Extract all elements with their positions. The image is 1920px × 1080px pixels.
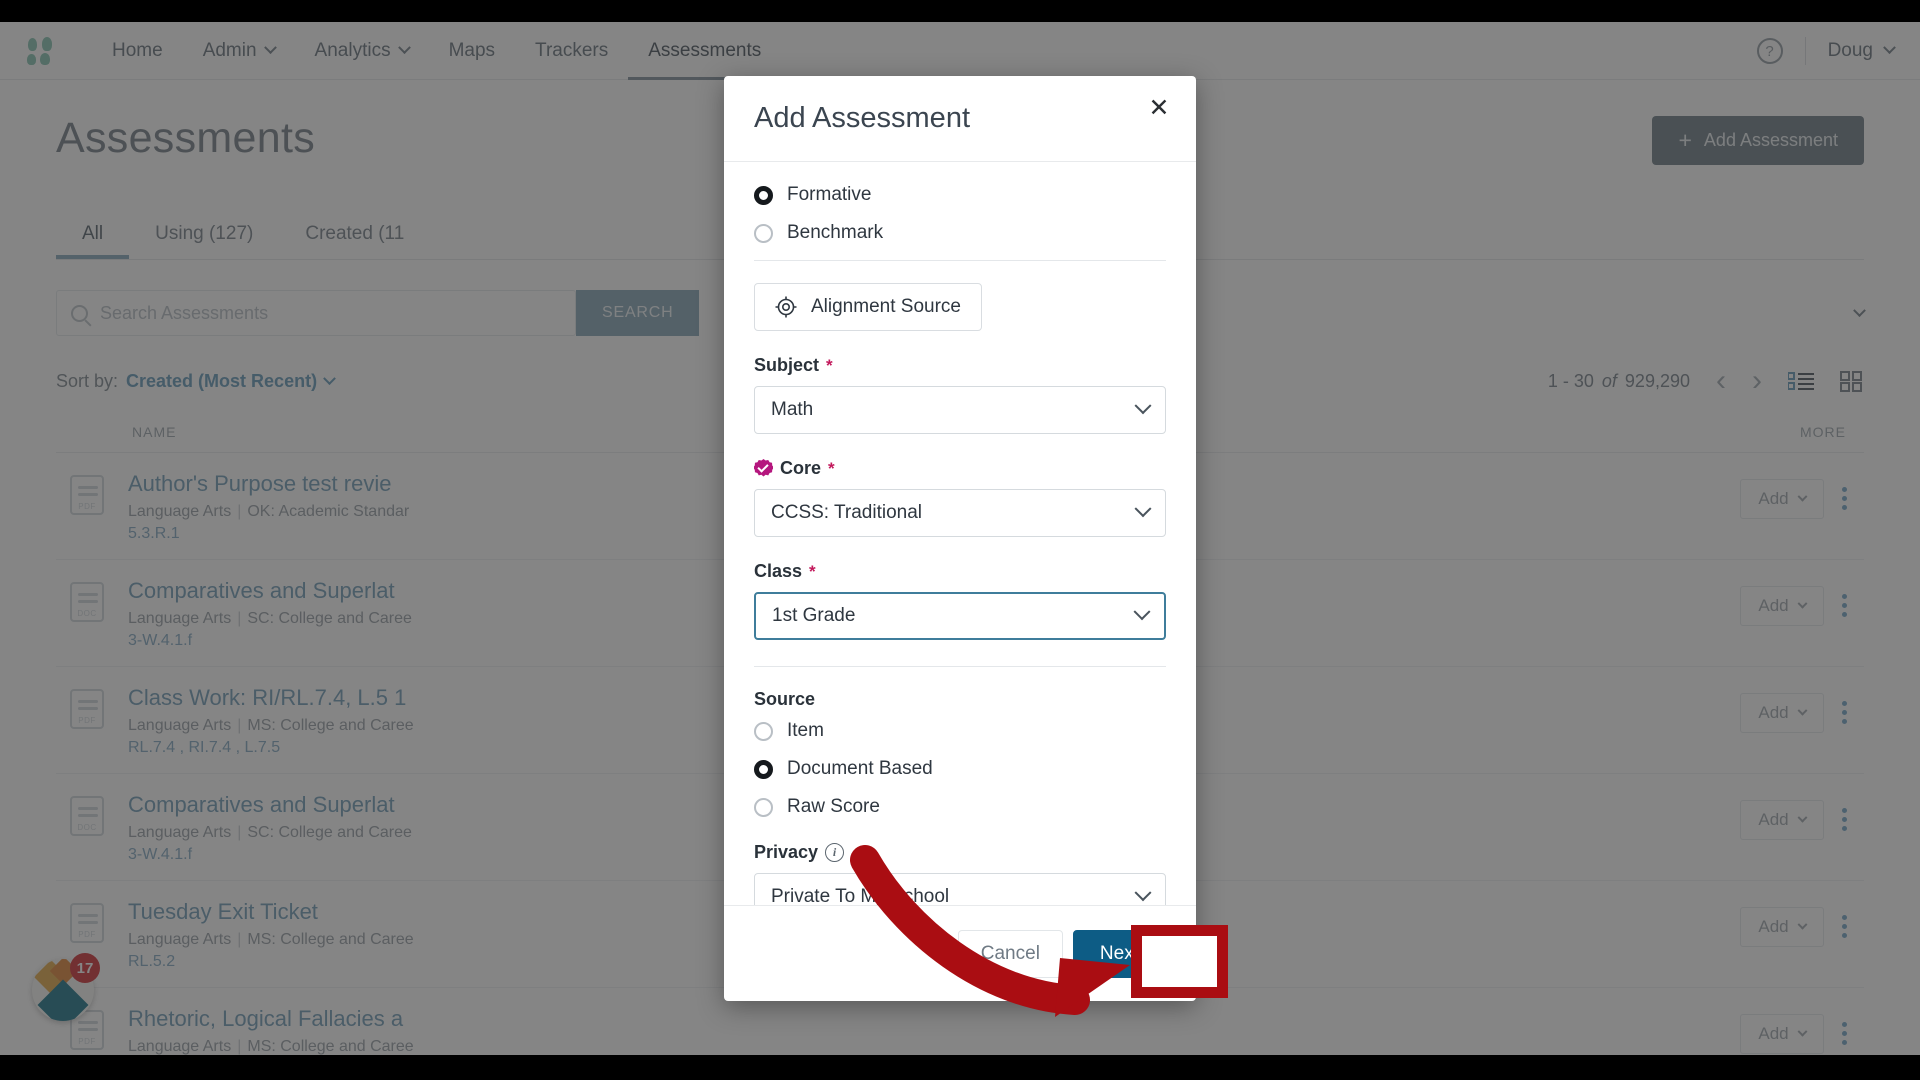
radio-icon [754,721,773,741]
add-assessment-modal: Add Assessment ✕ Formative Benchmark Ali… [724,76,1196,1001]
source-label: Source [754,689,1166,710]
chevron-down-icon [1133,603,1151,621]
radio-icon [754,797,773,817]
radio-icon-selected [754,185,773,205]
radio-label: Document Based [787,758,933,779]
divider [754,666,1166,667]
core-verified-icon [754,459,773,477]
class-label: Class * [754,561,1166,582]
radio-source-raw-score[interactable]: Raw Score [754,796,1166,818]
required-marker: * [828,458,835,478]
subject-value: Math [771,399,814,420]
modal-header: Add Assessment ✕ [724,76,1196,162]
alignment-source-button[interactable]: Alignment Source [754,283,982,331]
core-value: CCSS: Traditional [771,502,923,523]
radio-source-document-based[interactable]: Document Based [754,758,1166,780]
core-select[interactable]: CCSS: Traditional [754,489,1166,537]
divider [754,260,1166,261]
radio-label: Formative [787,184,872,205]
subject-label: Subject * [754,355,1166,376]
required-marker: * [809,561,816,581]
radio-formative[interactable]: Formative [754,184,1166,206]
radio-label: Item [787,720,824,741]
radio-source-item[interactable]: Item [754,720,1166,742]
chevron-down-icon [1134,500,1152,518]
privacy-value: Private To My School [771,886,950,905]
class-label-text: Class [754,561,803,581]
privacy-label-text: Privacy [754,842,819,862]
next-button[interactable]: Next [1072,929,1166,978]
cancel-button[interactable]: Cancel [957,929,1063,978]
radio-icon [754,223,773,243]
class-select[interactable]: 1st Grade [754,592,1166,640]
radio-icon-selected [754,759,773,779]
info-icon[interactable]: i [825,843,845,862]
class-value: 1st Grade [772,605,856,626]
privacy-label: Privacy i [754,842,1166,863]
close-icon[interactable]: ✕ [1144,94,1174,124]
screenshot-stage: Home Admin Analytics Maps Trackers Asses… [0,0,1920,1080]
chevron-down-icon [1134,397,1152,415]
privacy-select[interactable]: Private To My School [754,873,1166,905]
core-label: Core * [754,458,1166,479]
core-label-text: Core [780,458,822,478]
radio-label: Benchmark [787,222,884,243]
modal-footer: Cancel Next [724,905,1196,1001]
required-marker: * [826,355,833,375]
radio-benchmark[interactable]: Benchmark [754,222,1166,244]
source-label-text: Source [754,689,816,709]
modal-body: Formative Benchmark Alignment Source Sub… [724,162,1196,905]
target-icon [775,296,797,318]
subject-label-text: Subject [754,355,820,375]
radio-label: Raw Score [787,796,880,817]
subject-select[interactable]: Math [754,386,1166,434]
chevron-down-icon [1134,884,1152,902]
modal-title: Add Assessment [754,102,970,134]
alignment-source-label: Alignment Source [811,296,961,317]
